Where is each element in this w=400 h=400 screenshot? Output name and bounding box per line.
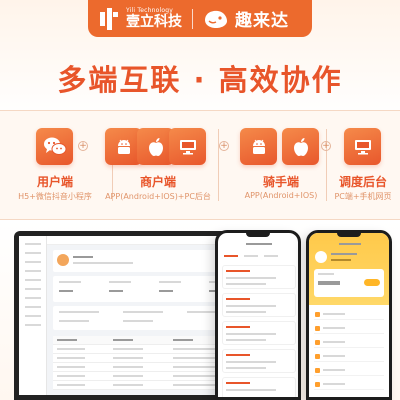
- phone-order-list: [215, 230, 301, 400]
- monitor-icon: [344, 128, 381, 165]
- withdraw-button[interactable]: [364, 279, 380, 286]
- list-item[interactable]: [314, 365, 384, 376]
- plus-icon: +: [78, 141, 88, 151]
- list-item[interactable]: [314, 351, 384, 362]
- phone-rider-center: [306, 230, 392, 400]
- avatar: [57, 254, 69, 266]
- order-card[interactable]: [222, 293, 296, 317]
- list-item[interactable]: [314, 309, 384, 320]
- plus-icon: +: [219, 141, 229, 151]
- group-title-rider: 骑手端: [262, 175, 299, 189]
- brand-english-name: Yili Technology: [126, 7, 173, 14]
- android-icon: [240, 128, 277, 165]
- list-item[interactable]: [314, 379, 384, 390]
- order-card[interactable]: [222, 321, 296, 345]
- group-title-merchant: 商户端: [139, 175, 176, 189]
- group-subtitle-dispatch: PC端+手机网页: [334, 192, 392, 201]
- brand-divider: [192, 8, 193, 29]
- group-title-user: 用户端: [36, 175, 73, 189]
- yili-logo-icon: [100, 7, 120, 30]
- group-subtitle-rider: APP(Android+IOS): [244, 191, 318, 200]
- admin-sidebar: [19, 236, 47, 395]
- balance-card: [314, 269, 384, 297]
- order-card[interactable]: [222, 265, 296, 289]
- apple-icon: [282, 128, 319, 165]
- whale-logo-icon: [205, 10, 227, 28]
- group-title-dispatch: 调度后台: [338, 175, 387, 189]
- platforms-band: 用户端 H5+微信抖音小程序 + +: [0, 110, 400, 220]
- partner-name: 趣来达: [235, 11, 289, 31]
- monitor-icon: [169, 128, 206, 165]
- group-subtitle-user: H5+微信抖音小程序: [18, 192, 92, 201]
- plus-icon: +: [321, 141, 331, 151]
- avatar: [315, 251, 327, 263]
- brand-chinese-name: 壹立科技: [126, 14, 182, 30]
- divider: [218, 129, 219, 201]
- divider: [326, 129, 327, 201]
- brand-bar: Yili Technology 壹立科技 趣来达: [88, 0, 312, 37]
- page-headline: 多端互联 · 高效协作: [57, 63, 343, 97]
- list-item[interactable]: [314, 337, 384, 348]
- list-item[interactable]: [314, 323, 384, 334]
- group-subtitle-merchant: APP(Android+IOS)+PC后台: [105, 192, 211, 201]
- order-card[interactable]: [222, 349, 296, 373]
- brand-yili: Yili Technology 壹立科技: [88, 0, 182, 37]
- wechat-icon: [36, 128, 73, 165]
- brand-qulaida: 趣来达: [203, 6, 289, 31]
- order-card[interactable]: [222, 377, 296, 397]
